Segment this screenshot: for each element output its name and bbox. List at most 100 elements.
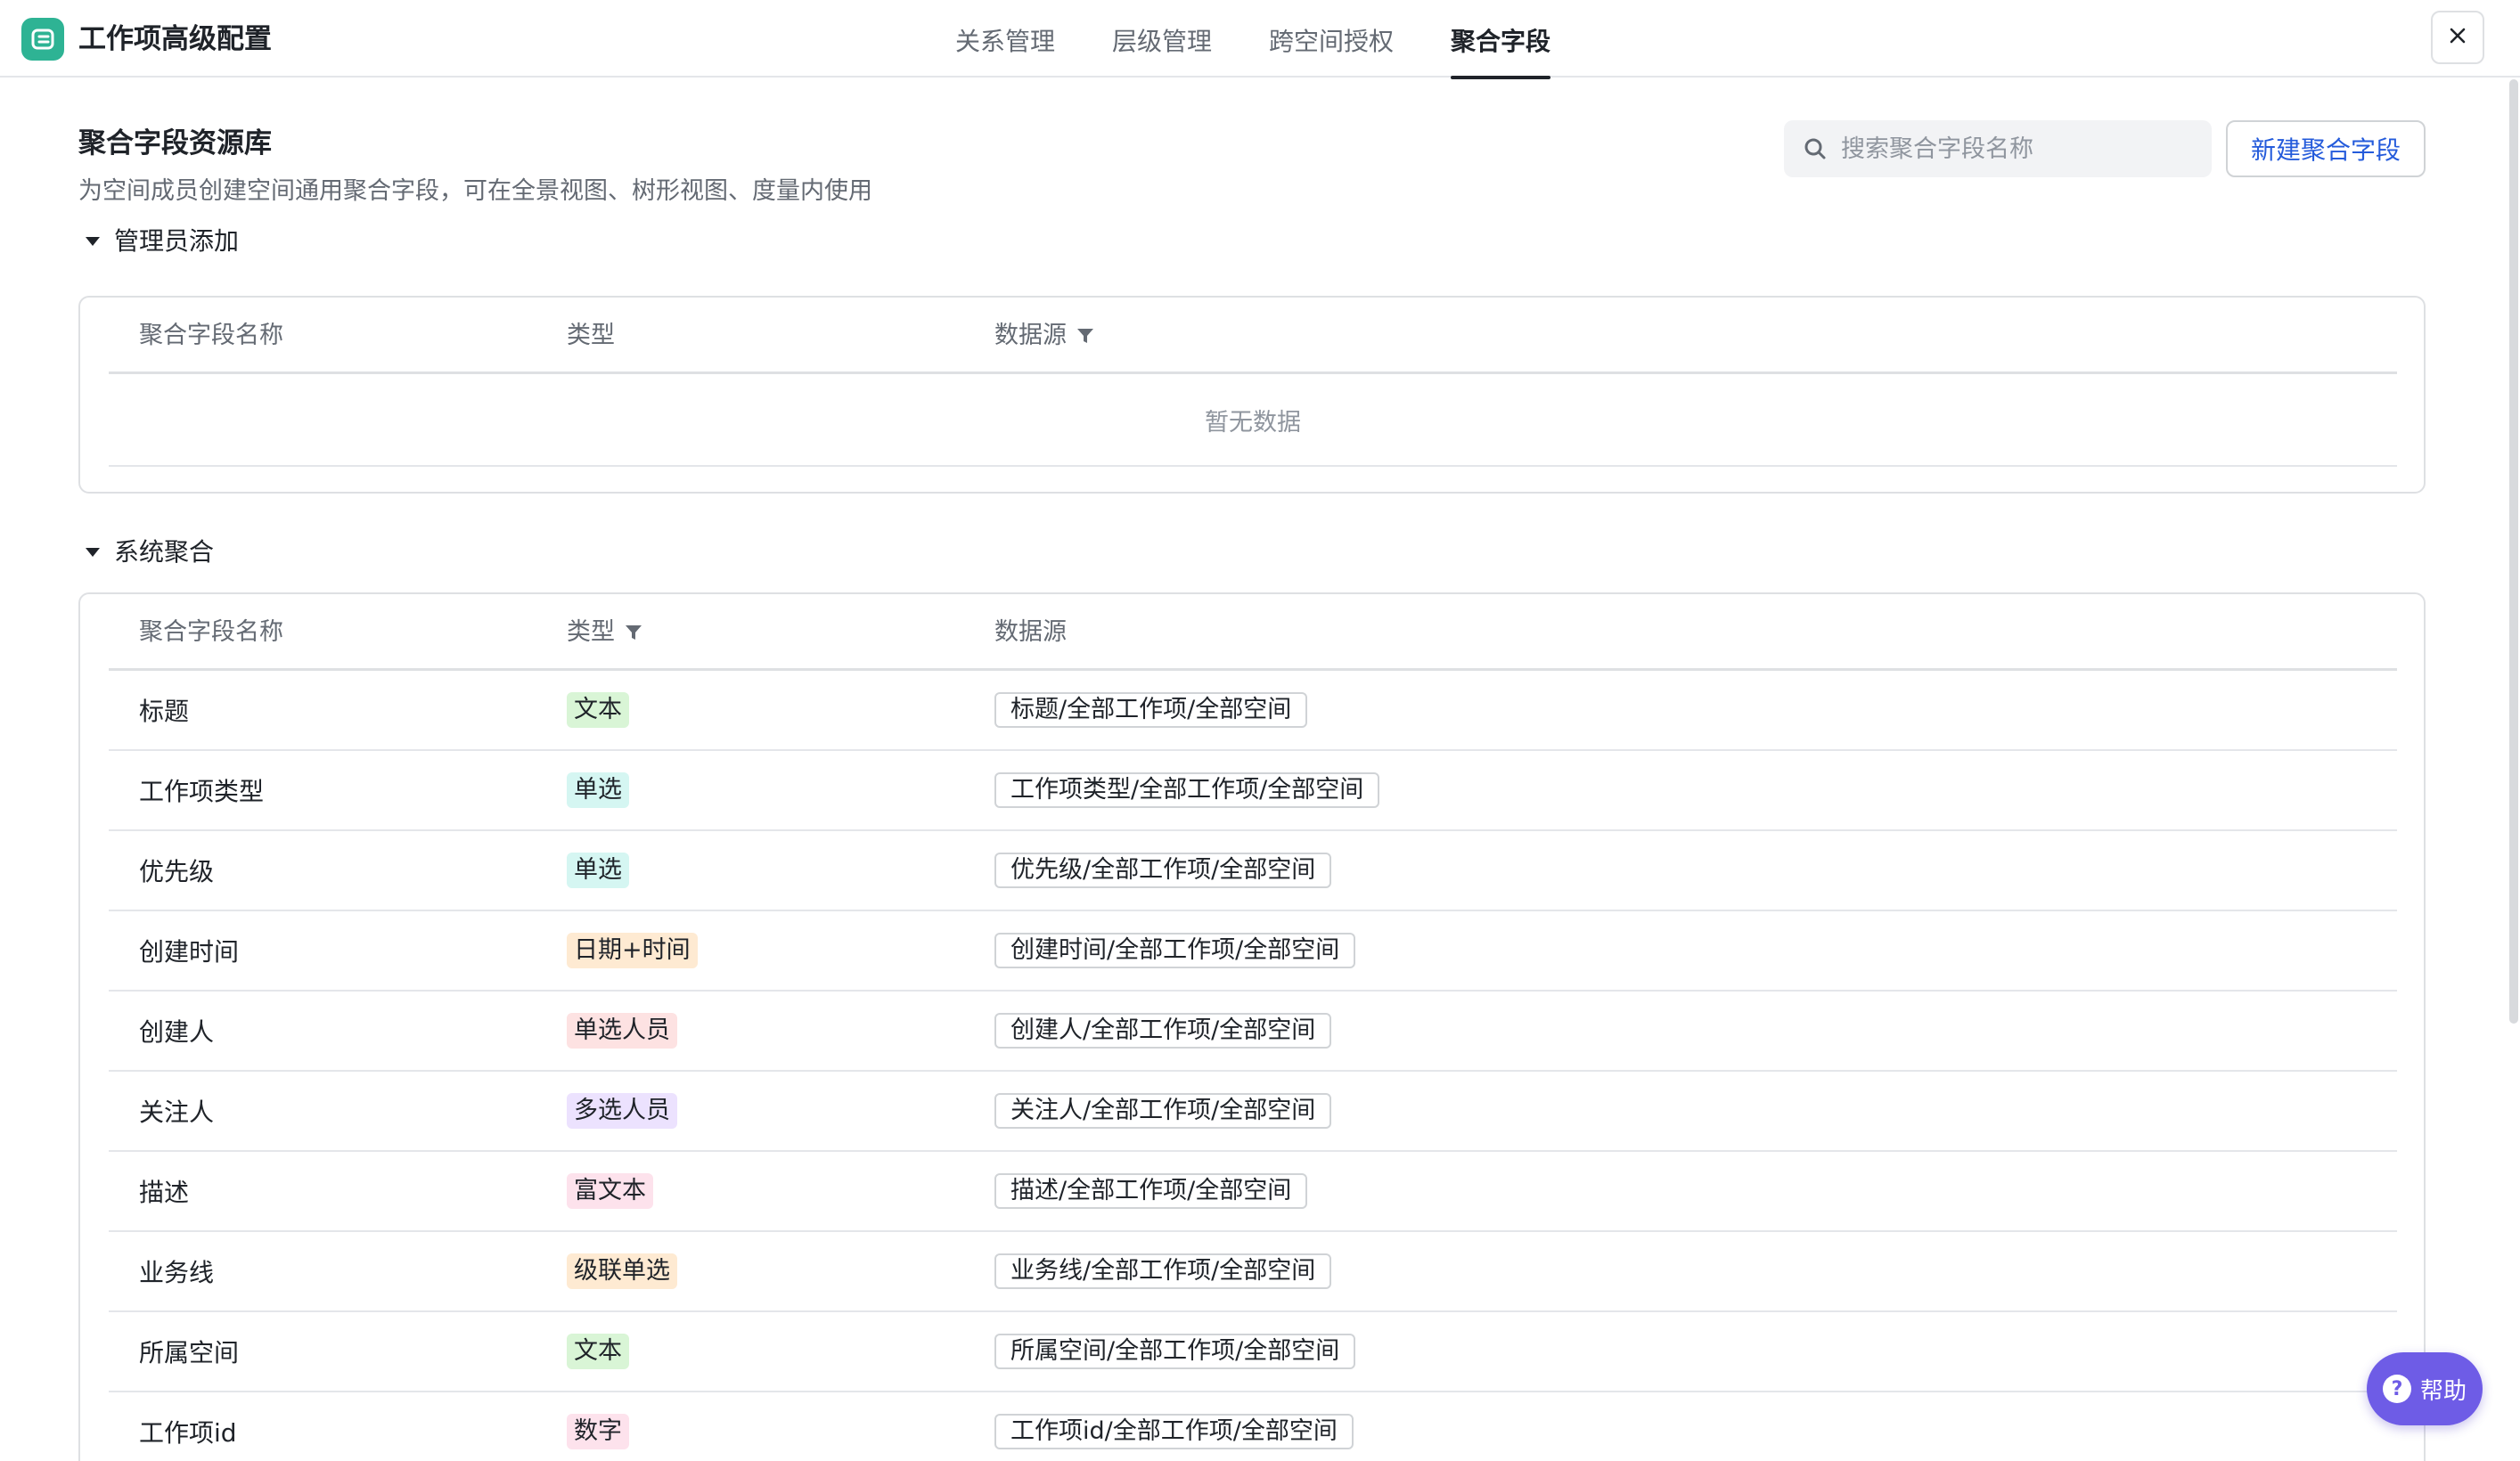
question-icon: ? [2382, 1375, 2411, 1403]
library-title: 聚合字段资源库 [78, 127, 272, 159]
field-name-cell: 优先级 [139, 857, 215, 886]
field-type-cell: 单选 [567, 751, 629, 829]
data-source-tag: 业务线/全部工作项/全部空间 [994, 1253, 1332, 1289]
field-type-cell: 文本 [567, 1312, 629, 1391]
table-row[interactable]: 工作项类型 单选 工作项类型/全部工作项/全部空间 [109, 751, 2397, 831]
admin-section-header[interactable]: 管理员添加 [82, 224, 239, 259]
table-row[interactable]: 描述 富文本 描述/全部工作项/全部空间 [109, 1152, 2397, 1232]
table-row[interactable]: 优先级 单选 优先级/全部工作项/全部空间 [109, 831, 2397, 911]
type-badge: 单选人员 [567, 1013, 677, 1049]
table-row[interactable]: 创建时间 日期+时间 创建时间/全部工作项/全部空间 [109, 911, 2397, 992]
field-name-cell: 所属空间 [139, 1338, 240, 1367]
table-row[interactable]: 创建人 单选人员 创建人/全部工作项/全部空间 [109, 992, 2397, 1072]
field-type-cell: 单选人员 [567, 992, 677, 1070]
data-source-tag: 描述/全部工作项/全部空间 [994, 1173, 1308, 1209]
data-source-cell: 工作项id/全部工作项/全部空间 [994, 1392, 1354, 1461]
field-name-cell: 创建人 [139, 1017, 215, 1047]
field-type-cell: 级联单选 [567, 1232, 677, 1310]
type-badge: 单选 [567, 772, 629, 808]
field-name-cell: 创建时间 [139, 937, 240, 967]
data-source-cell: 业务线/全部工作项/全部空间 [994, 1232, 1332, 1310]
table-row[interactable]: 关注人 多选人员 关注人/全部工作项/全部空间 [109, 1072, 2397, 1152]
page-title: 工作项高级配置 [78, 23, 272, 55]
field-type-cell: 数字 [567, 1392, 629, 1461]
library-description: 为空间成员创建空间通用聚合字段，可在全景视图、树形视图、度量内使用 [78, 177, 872, 205]
data-source-cell: 优先级/全部工作项/全部空间 [994, 831, 1332, 910]
type-badge: 日期+时间 [567, 933, 698, 968]
field-name-cell: 描述 [139, 1178, 190, 1207]
tab-cross-space-auth[interactable]: 跨空间授权 [1269, 0, 1394, 78]
system-section-header[interactable]: 系统聚合 [82, 535, 214, 570]
data-source-tag: 工作项类型/全部工作项/全部空间 [994, 772, 1380, 808]
tab-hierarchy-management[interactable]: 层级管理 [1112, 0, 1212, 78]
data-source-cell: 工作项类型/全部工作项/全部空间 [994, 751, 1380, 829]
data-source-tag: 关注人/全部工作项/全部空间 [994, 1093, 1332, 1129]
column-header-source-label: 数据源 [994, 322, 1067, 349]
help-label: 帮助 [2419, 1377, 2467, 1405]
field-type-cell: 日期+时间 [567, 911, 698, 990]
field-type-cell: 富文本 [567, 1152, 653, 1230]
data-source-tag: 优先级/全部工作项/全部空间 [994, 853, 1332, 888]
search-box[interactable] [1784, 120, 2212, 177]
column-header-source: 数据源 [994, 618, 1067, 646]
column-header-source: 数据源 [994, 298, 1095, 374]
field-name-cell: 关注人 [139, 1098, 215, 1127]
type-badge: 多选人员 [567, 1093, 677, 1129]
empty-state-text: 暂无数据 [109, 374, 2397, 467]
help-button[interactable]: ? 帮助 [2367, 1352, 2483, 1425]
field-type-cell: 多选人员 [567, 1072, 677, 1150]
admin-table: 聚合字段名称 类型 数据源 暂无数据 [109, 298, 2397, 467]
data-source-tag: 创建时间/全部工作项/全部空间 [994, 933, 1356, 968]
system-fields-table: 聚合字段名称 类型 数据源 标题 文本 标题/全部工作项/全部空间 工作项类型 单选 工作… [78, 592, 2426, 1461]
vertical-scrollbar[interactable] [2509, 79, 2518, 1024]
field-name-cell: 标题 [139, 697, 190, 726]
type-badge: 文本 [567, 1334, 629, 1369]
filter-icon[interactable] [1076, 326, 1095, 346]
table-header: 聚合字段名称 类型 数据源 [109, 298, 2397, 374]
table-header: 聚合字段名称 类型 数据源 [109, 594, 2397, 671]
type-badge: 文本 [567, 692, 629, 728]
new-aggregate-field-button[interactable]: 新建聚合字段 [2226, 120, 2426, 177]
table-row[interactable]: 标题 文本 标题/全部工作项/全部空间 [109, 671, 2397, 751]
system-table: 聚合字段名称 类型 数据源 标题 文本 标题/全部工作项/全部空间 工作项类型 单选 工作… [109, 594, 2397, 1461]
search-input[interactable] [1841, 135, 2197, 163]
data-source-cell: 描述/全部工作项/全部空间 [994, 1152, 1308, 1230]
caret-down-icon [82, 542, 103, 563]
column-header-type: 类型 [567, 322, 615, 349]
table-row[interactable]: 所属空间 文本 所属空间/全部工作项/全部空间 [109, 1312, 2397, 1392]
data-source-cell: 所属空间/全部工作项/全部空间 [994, 1312, 1356, 1391]
data-source-tag: 工作项id/全部工作项/全部空间 [994, 1414, 1354, 1449]
column-header-name: 聚合字段名称 [139, 322, 283, 349]
top-header: 工作项高级配置 关系管理 层级管理 跨空间授权 聚合字段 [0, 0, 2520, 79]
table-row[interactable]: 工作项id 数字 工作项id/全部工作项/全部空间 [109, 1392, 2397, 1461]
system-section-title: 系统聚合 [114, 537, 215, 567]
admin-section-title: 管理员添加 [114, 226, 240, 256]
search-icon [1802, 135, 1829, 162]
table-row[interactable]: 业务线 级联单选 业务线/全部工作项/全部空间 [109, 1232, 2397, 1312]
column-header-type: 类型 [567, 594, 643, 671]
field-name-cell: 工作项id [139, 1418, 237, 1448]
data-source-cell: 标题/全部工作项/全部空间 [994, 671, 1308, 749]
type-badge: 富文本 [567, 1173, 653, 1209]
tab-relation-management[interactable]: 关系管理 [955, 0, 1055, 78]
table-body: 标题 文本 标题/全部工作项/全部空间 工作项类型 单选 工作项类型/全部工作项/全部空间… [109, 671, 2397, 1461]
field-name-cell: 工作项类型 [139, 777, 265, 806]
app-logo-icon [21, 18, 64, 61]
field-type-cell: 文本 [567, 671, 629, 749]
tab-bar: 关系管理 层级管理 跨空间授权 聚合字段 [955, 0, 1551, 79]
caret-down-icon [82, 231, 103, 252]
field-name-cell: 业务线 [139, 1258, 215, 1287]
field-type-cell: 单选 [567, 831, 629, 910]
type-badge: 单选 [567, 853, 629, 888]
column-header-type-label: 类型 [567, 618, 615, 646]
data-source-cell: 关注人/全部工作项/全部空间 [994, 1072, 1332, 1150]
data-source-tag: 创建人/全部工作项/全部空间 [994, 1013, 1332, 1049]
close-icon [2447, 25, 2468, 50]
filter-icon[interactable] [624, 623, 643, 642]
data-source-cell: 创建时间/全部工作项/全部空间 [994, 911, 1356, 990]
admin-fields-table: 聚合字段名称 类型 数据源 暂无数据 [78, 296, 2426, 494]
tab-aggregate-fields[interactable]: 聚合字段 [1451, 0, 1551, 79]
data-source-cell: 创建人/全部工作项/全部空间 [994, 992, 1332, 1070]
close-button[interactable] [2431, 11, 2484, 64]
type-badge: 数字 [567, 1414, 629, 1449]
